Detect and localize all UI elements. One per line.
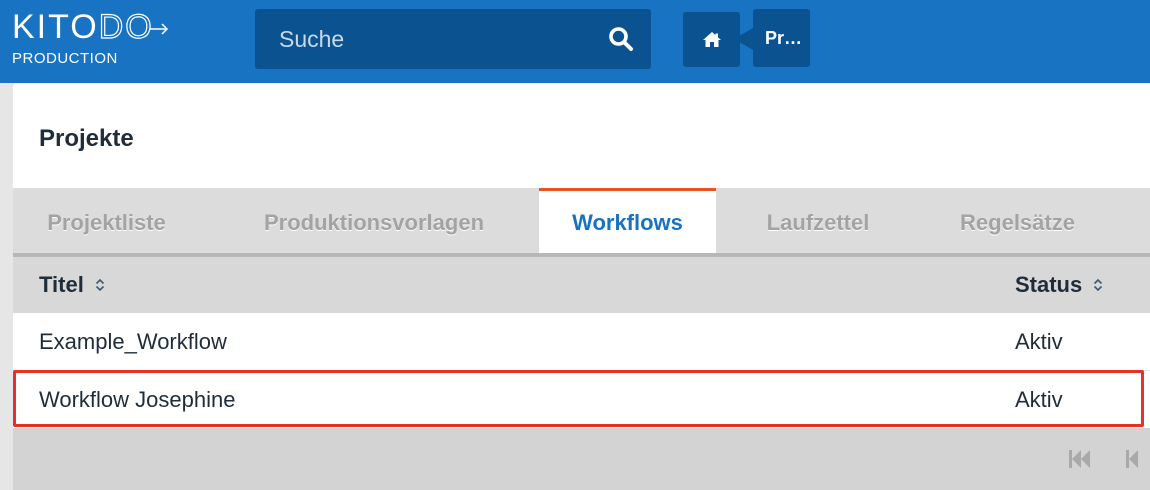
logo-text-do: DO — [98, 8, 154, 46]
cell-status: Aktiv — [1015, 387, 1063, 412]
column-label-titel: Titel — [39, 272, 84, 297]
logo-arrow-icon — [148, 23, 168, 35]
tab-workflows[interactable]: Workflows — [539, 188, 716, 253]
first-page-icon[interactable] — [1067, 447, 1093, 471]
logo-wordmark: KITO DO — [12, 8, 170, 46]
column-header-titel[interactable]: Titel — [39, 257, 106, 313]
sort-icon — [95, 278, 104, 292]
search-icon[interactable] — [591, 9, 651, 69]
projects-panel: Projekte Projektliste Produktionsvorlage… — [13, 83, 1150, 490]
tab-bar: Projektliste Produktionsvorlagen Workflo… — [13, 188, 1150, 253]
cell-title: Workflow Josephine — [39, 387, 236, 412]
table-row[interactable]: Example_Workflow Aktiv — [13, 313, 1150, 371]
breadcrumb-separator — [734, 28, 753, 50]
logo-text-kito: KITO — [12, 8, 99, 46]
table-header: Titel Status — [13, 257, 1150, 313]
tab-laufzettel[interactable]: Laufzettel — [735, 188, 901, 253]
previous-page-icon[interactable] — [1124, 447, 1150, 471]
tab-projektliste[interactable]: Projektliste — [13, 188, 200, 253]
column-header-status[interactable]: Status — [1015, 257, 1104, 313]
tab-regelsaetze[interactable]: Regelsätze — [916, 188, 1119, 253]
search-box — [255, 9, 651, 69]
kitodo-logo[interactable]: KITO DO PRODUCTION — [12, 8, 170, 67]
sort-icon — [1094, 278, 1103, 292]
page-title: Projekte — [39, 125, 134, 152]
cell-title: Example_Workflow — [39, 329, 227, 354]
home-icon — [702, 32, 721, 47]
top-bar: KITO DO PRODUCTION Pr… — [0, 0, 1150, 83]
breadcrumb-current[interactable]: Pr… — [753, 9, 810, 67]
cell-status: Aktiv — [1015, 329, 1063, 354]
logo-subtitle: PRODUCTION — [12, 50, 118, 67]
table-pager — [13, 428, 1150, 490]
breadcrumb-home[interactable] — [683, 12, 740, 67]
column-label-status: Status — [1015, 272, 1083, 297]
search-input[interactable] — [255, 9, 591, 69]
tab-produktionsvorlagen[interactable]: Produktionsvorlagen — [220, 188, 528, 253]
table-row[interactable]: Workflow Josephine Aktiv — [13, 371, 1150, 429]
